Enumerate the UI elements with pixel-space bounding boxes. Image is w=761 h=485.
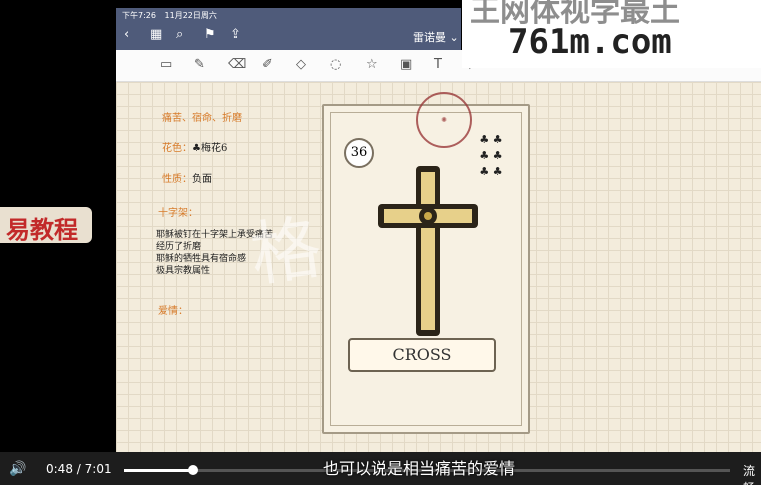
video-player-bar: 🔊 0:48 / 7:01 也可以说是相当痛苦的爱情 流畅	[0, 452, 761, 485]
bookmark-icon[interactable]: ⚑	[204, 28, 216, 42]
volume-icon[interactable]: 🔊	[9, 461, 26, 477]
site-watermark: 王网体视学最土 761m.com	[462, 0, 761, 68]
image-icon[interactable]: ▣	[400, 57, 412, 72]
chevron-down-icon: ⌄	[449, 31, 459, 44]
text-icon[interactable]: T	[434, 57, 442, 72]
suit-line: 花色：♣梅花6	[162, 139, 227, 154]
nature-value: 负面	[192, 174, 212, 185]
time-readout: 0:48 / 7:01	[46, 462, 112, 476]
highlighter-icon[interactable]: ✐	[262, 57, 273, 72]
status-date: 11月22日周六	[164, 11, 217, 20]
nature-line: 性质：负面	[162, 170, 212, 185]
seek-progress	[124, 469, 194, 472]
quality-button[interactable]: 流畅	[743, 462, 761, 485]
card-suit: ♣ ♣ ♣ ♣ ♣ ♣	[476, 132, 506, 180]
subtitle: 也可以说是相当痛苦的爱情	[323, 459, 516, 478]
card-name: CROSS	[348, 338, 496, 372]
keywords: 痛苦、宿命、折磨	[162, 113, 242, 124]
love-label: 爱情：	[158, 306, 188, 317]
back-icon[interactable]: ‹	[124, 28, 129, 42]
card-number: 36	[344, 138, 374, 168]
seek-handle[interactable]	[188, 465, 199, 475]
current-time: 0:48	[46, 462, 73, 476]
site-url: 761m.com	[508, 22, 672, 62]
club-icon: ♣ ♣	[479, 165, 503, 178]
nature-label: 性质：	[162, 174, 192, 185]
status-time: 下午7:26	[122, 11, 156, 20]
club-icon: ♣ ♣	[479, 133, 503, 146]
note-page: 痛苦、宿命、折磨 花色：♣梅花6 性质：负面 十字架： 耶稣被钉在十字架上承受痛…	[116, 82, 761, 452]
shapes-icon[interactable]: ◇	[296, 57, 306, 72]
left-overlay-label: 易教程	[0, 207, 92, 244]
duration: 7:01	[84, 462, 112, 476]
notebook-title[interactable]: 雷诺曼 ⌄	[413, 29, 459, 45]
share-icon[interactable]: ⇪	[230, 28, 241, 42]
app-bar: ‹ ▦ ⌕ ⚑ ⇪ 雷诺曼 ⌄	[116, 22, 461, 50]
postmark-stamp: ✺	[416, 92, 472, 148]
sticker-icon[interactable]: ☆	[366, 57, 378, 72]
suit-value: 梅花6	[200, 143, 228, 154]
lasso-icon[interactable]: ◌	[330, 57, 341, 72]
cross-label: 十字架：	[158, 208, 198, 219]
notebook-icon[interactable]: ▭	[160, 57, 172, 72]
eraser-icon[interactable]: ⌫	[228, 57, 246, 72]
status-bar: 下午7:26 11月22日周六	[116, 8, 461, 22]
club-icon: ♣ ♣	[479, 149, 503, 162]
note-line-4: 极具宗教属性	[156, 266, 211, 276]
lenormand-card: ✺ 36 ♣ ♣ ♣ ♣ ♣ ♣ CROSS	[322, 92, 530, 434]
suit-label: 花色：	[162, 143, 192, 154]
grid-icon[interactable]: ▦	[150, 28, 162, 42]
pen-icon[interactable]: ✎	[194, 57, 205, 72]
search-icon[interactable]: ⌕	[176, 28, 183, 42]
watermark: 格	[245, 205, 333, 297]
cross-icon	[378, 166, 478, 336]
club-icon: ♣	[192, 143, 201, 154]
